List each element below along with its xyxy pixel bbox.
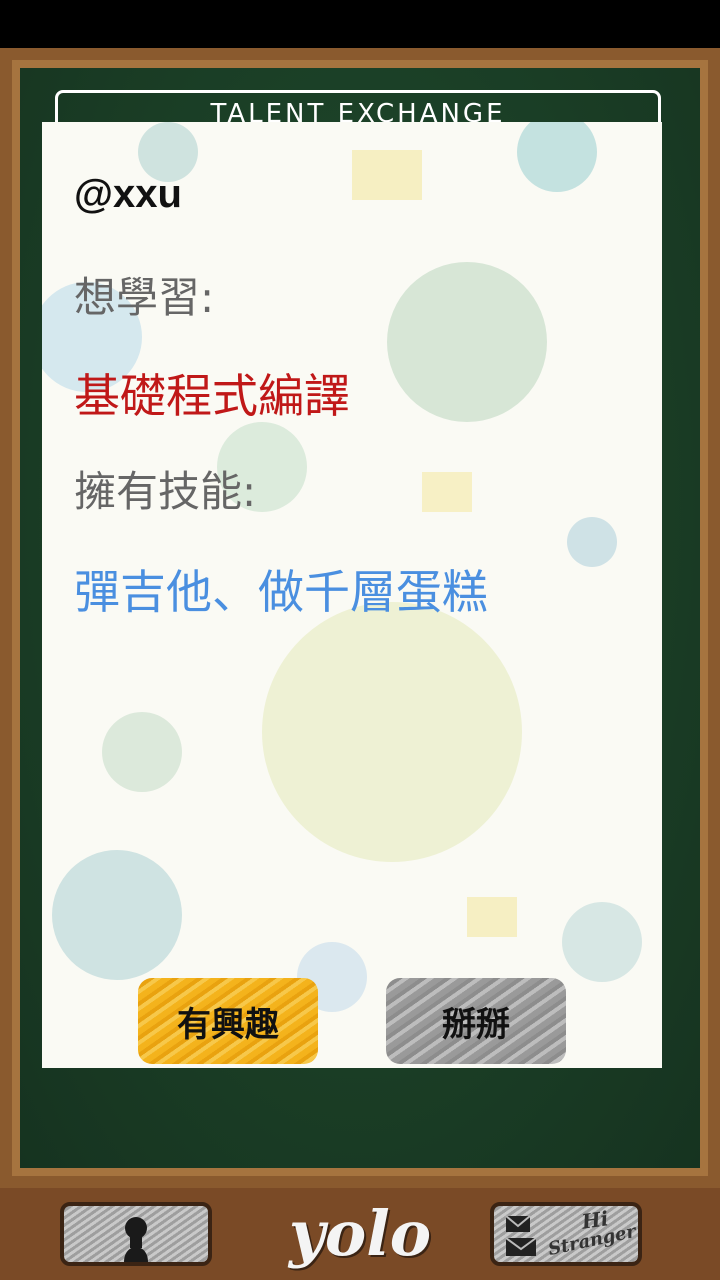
yolo-logo: yolo <box>288 1197 432 1270</box>
person-silhouette-icon <box>124 1217 148 1262</box>
want-to-learn-value: 基礎程式編譯 <box>74 369 350 423</box>
want-label: 想學習: <box>74 273 215 322</box>
hi-stranger-button[interactable]: Hi Stranger <box>490 1202 642 1266</box>
profile-button[interactable] <box>60 1202 212 1266</box>
skills-label: 擁有技能: <box>74 467 257 516</box>
skills-value: 彈吉他、做千層蛋糕 <box>74 565 488 619</box>
status-bar <box>0 0 720 48</box>
bye-button-label: 掰掰 <box>442 1004 510 1045</box>
profile-card: @xxu 想學習: 基礎程式編譯 擁有技能: 彈吉他、做千層蛋糕 有興趣 掰掰 <box>42 122 662 1068</box>
bye-button[interactable]: 掰掰 <box>386 978 566 1064</box>
interested-button-label: 有興趣 <box>177 1004 279 1045</box>
envelope-icon <box>505 1215 537 1256</box>
interested-button[interactable]: 有興趣 <box>138 978 318 1064</box>
bottom-nav: yolo Hi Stranger <box>0 1188 720 1280</box>
username: @xxu <box>74 172 182 216</box>
